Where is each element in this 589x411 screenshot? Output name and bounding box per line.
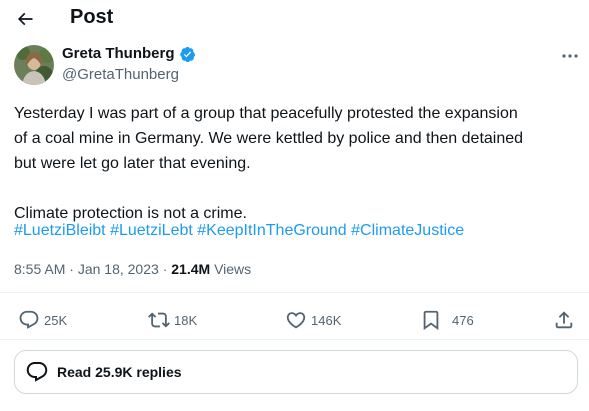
post-text: Yesterday I was part of a group that pea… [14, 105, 524, 222]
share-button[interactable] [553, 307, 575, 333]
speech-bubble-icon [26, 362, 48, 382]
bookmark-count: 476 [452, 312, 474, 328]
top-bar: Post [0, 0, 589, 40]
author-name[interactable]: Greta Thunberg [62, 45, 175, 63]
more-options-button[interactable] [557, 46, 583, 66]
reply-count: 25K [44, 312, 68, 328]
hashtag-link[interactable]: #KeepItInTheGround [197, 222, 346, 239]
avatar[interactable] [14, 45, 54, 85]
divider [0, 339, 589, 340]
repost-button[interactable]: 18K [148, 307, 197, 333]
meta-separator: · [162, 261, 172, 277]
back-arrow-icon [17, 12, 33, 26]
repost-icon [148, 312, 170, 328]
hashtag-link[interactable]: #LuetziBleibt [14, 222, 106, 239]
reply-icon [19, 310, 39, 329]
bookmark-button[interactable]: 476 [420, 307, 474, 333]
page-title: Post [70, 6, 114, 28]
hashtag-row: #LuetziBleibt #LuetziLebt #KeepItInTheGr… [14, 221, 464, 241]
verified-badge-icon [179, 46, 195, 62]
views-count: 21.4M [171, 261, 211, 277]
read-replies-button[interactable]: Read 25.9K replies [14, 350, 578, 394]
post-date[interactable]: Jan 18, 2023 [78, 261, 159, 277]
like-icon [286, 312, 306, 329]
post-meta: 8:55 AM · Jan 18, 2023 · 21.4M Views [14, 260, 251, 278]
read-replies-label: Read 25.9K replies [57, 364, 182, 380]
share-icon [555, 311, 573, 329]
more-icon [562, 54, 578, 58]
meta-separator: · [69, 261, 78, 277]
divider [0, 292, 589, 293]
hashtag-link[interactable]: #ClimateJustice [351, 222, 464, 239]
views-label: Views [214, 261, 252, 277]
repost-count: 18K [174, 312, 198, 328]
post-time[interactable]: 8:55 AM [14, 261, 65, 277]
hashtag-link[interactable]: #LuetziLebt [110, 222, 193, 239]
author-handle[interactable]: @GretaThunberg [62, 66, 179, 84]
like-count: 146K [311, 312, 342, 328]
author-name-row[interactable]: Greta Thunberg [62, 45, 196, 63]
avatar-image [14, 45, 54, 85]
reply-button[interactable]: 25K [18, 307, 67, 333]
like-button[interactable]: 146K [285, 307, 341, 333]
bookmark-icon [423, 310, 439, 331]
back-button[interactable] [8, 2, 42, 36]
